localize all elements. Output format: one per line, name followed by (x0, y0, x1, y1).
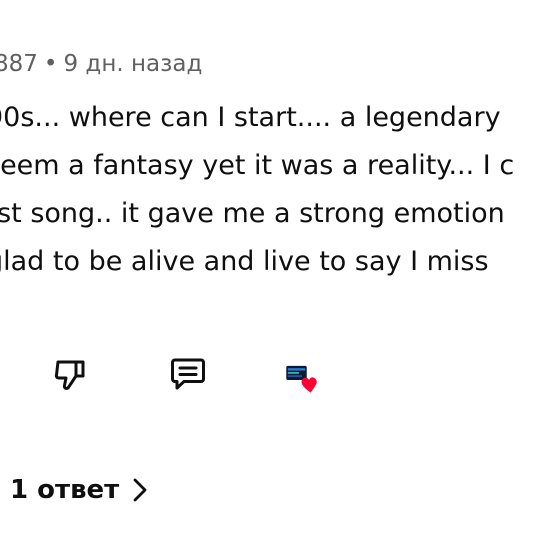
replies-count-label: 1 ответ (10, 475, 120, 505)
comment-line-1: 90s... where can I start.... a legendary (0, 102, 501, 133)
thumbs-down-icon (54, 360, 85, 390)
comment-line-3: rst song.. it gave me a strong emotion (0, 198, 505, 229)
reply-button[interactable] (166, 352, 210, 396)
chevron-right-icon (133, 478, 147, 502)
author-name[interactable]: 887 (0, 51, 38, 77)
comment-meta: 887 • 9 дн. назад (0, 48, 202, 80)
comment-actions (0, 352, 560, 402)
view-replies-button[interactable]: 1 ответ (10, 470, 147, 510)
timestamp[interactable]: 9 дн. назад (63, 51, 202, 77)
comment-text: 90s... where can I start.... a legendary… (0, 94, 514, 286)
comment-card: 887 • 9 дн. назад 90s... where can I start… (0, 0, 560, 560)
creator-heart-icon (286, 365, 317, 393)
comment-line-4: glad to be alive and live to say I miss (0, 246, 489, 277)
reply-comment-icon (171, 358, 205, 390)
comment-line-2: seem a fantasy yet it was a reality... I… (0, 150, 515, 181)
meta-separator: • (43, 51, 58, 77)
dislike-button[interactable] (48, 352, 92, 396)
creator-heart-badge (280, 358, 324, 402)
